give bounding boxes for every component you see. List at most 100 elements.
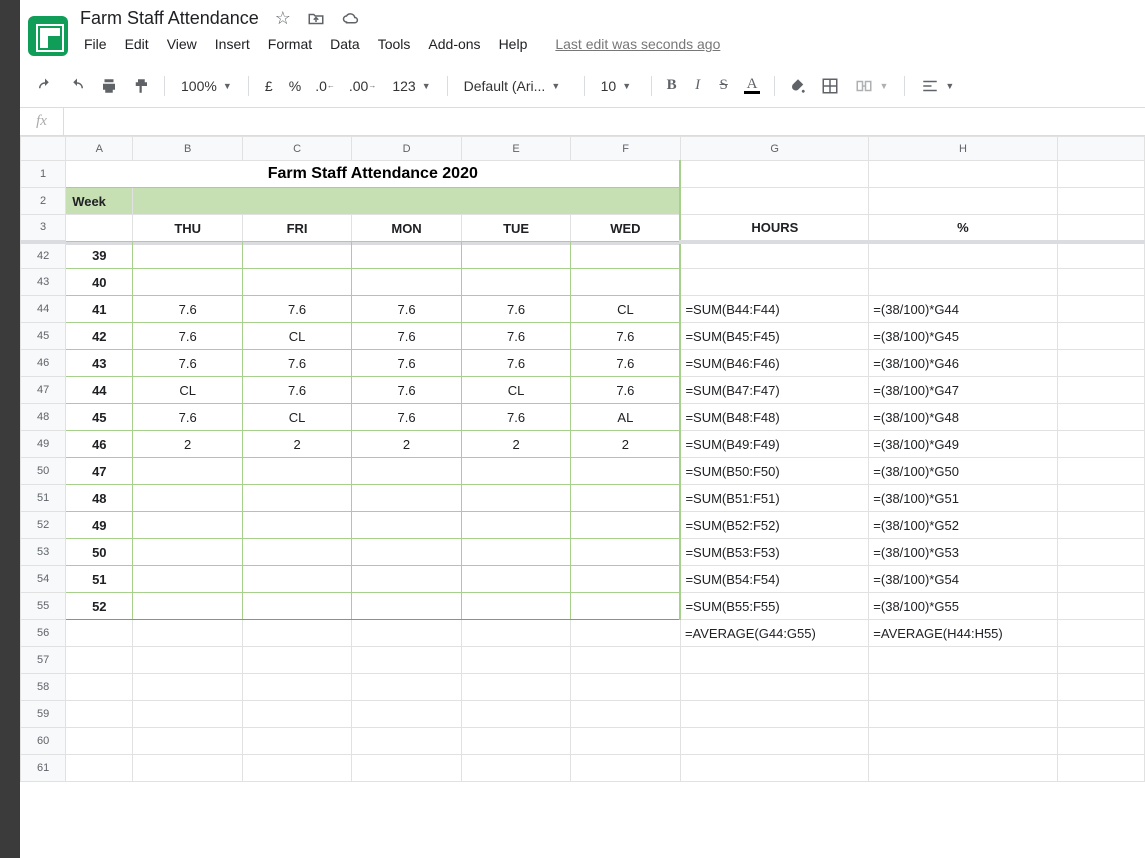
cell[interactable] xyxy=(461,755,570,782)
merge-cells-dropdown[interactable]: ▼ xyxy=(847,73,896,99)
cell[interactable] xyxy=(1057,674,1144,701)
cell[interactable]: 2 xyxy=(352,431,462,458)
cell[interactable] xyxy=(133,647,243,674)
cell[interactable]: 2 xyxy=(133,431,243,458)
col-header-B[interactable]: B xyxy=(133,137,243,161)
cell[interactable] xyxy=(133,188,681,215)
doc-title[interactable]: Farm Staff Attendance xyxy=(80,8,259,29)
cell[interactable]: 60 xyxy=(21,728,66,755)
cell[interactable]: CL xyxy=(571,296,681,323)
cell[interactable]: 50 xyxy=(66,539,133,566)
cell[interactable]: =SUM(B52:F52) xyxy=(680,512,868,539)
cell[interactable] xyxy=(242,485,351,512)
table-row[interactable]: 58 xyxy=(21,674,1145,701)
cell[interactable] xyxy=(133,701,243,728)
cell[interactable] xyxy=(571,620,681,647)
cell[interactable]: 2 xyxy=(242,431,351,458)
cell[interactable] xyxy=(133,269,243,296)
undo-button[interactable] xyxy=(30,73,60,99)
table-row[interactable]: 5451=SUM(B54:F54)=(38/100)*G54 xyxy=(21,566,1145,593)
cell[interactable] xyxy=(352,620,462,647)
cell[interactable]: 59 xyxy=(21,701,66,728)
sheet-table[interactable]: A B C D E F G H 1 Farm Staff Attendance … xyxy=(20,136,1145,782)
cell[interactable] xyxy=(1057,269,1144,296)
cell[interactable]: 46 xyxy=(66,431,133,458)
cell[interactable]: 7.6 xyxy=(133,296,243,323)
menu-file[interactable]: File xyxy=(76,32,115,56)
cell[interactable]: =(38/100)*G53 xyxy=(869,539,1057,566)
table-row[interactable]: 5047=SUM(B50:F50)=(38/100)*G50 xyxy=(21,458,1145,485)
cell[interactable] xyxy=(571,674,681,701)
menu-insert[interactable]: Insert xyxy=(207,32,258,56)
table-row[interactable]: 57 xyxy=(21,647,1145,674)
cell[interactable] xyxy=(461,620,570,647)
cell[interactable]: 42 xyxy=(66,323,133,350)
cell[interactable] xyxy=(1057,404,1144,431)
cell[interactable] xyxy=(680,647,868,674)
cell[interactable] xyxy=(571,458,681,485)
cell[interactable] xyxy=(352,539,462,566)
day-header-cell[interactable]: TUE xyxy=(461,215,570,242)
table-row[interactable]: 61 xyxy=(21,755,1145,782)
cell[interactable]: 43 xyxy=(21,269,66,296)
row-header[interactable]: 3 xyxy=(21,215,66,242)
table-row[interactable]: 60 xyxy=(21,728,1145,755)
cell[interactable]: 43 xyxy=(66,350,133,377)
print-button[interactable] xyxy=(94,73,124,99)
cell[interactable]: 42 xyxy=(21,242,66,269)
cell[interactable]: 7.6 xyxy=(461,296,570,323)
cell[interactable]: 7.6 xyxy=(461,350,570,377)
cell[interactable]: 2 xyxy=(571,431,681,458)
table-row[interactable]: 4744CL7.67.6CL7.6=SUM(B47:F47)=(38/100)*… xyxy=(21,377,1145,404)
col-header-G[interactable]: G xyxy=(680,137,868,161)
cell[interactable] xyxy=(461,674,570,701)
cell[interactable]: 7.6 xyxy=(133,350,243,377)
cell[interactable] xyxy=(352,242,462,269)
pct-header-cell[interactable]: % xyxy=(869,215,1057,242)
day-header-cell[interactable]: MON xyxy=(352,215,462,242)
cell[interactable] xyxy=(461,242,570,269)
cell[interactable]: 58 xyxy=(21,674,66,701)
cell[interactable]: =(38/100)*G48 xyxy=(869,404,1057,431)
frozen-row-3[interactable]: 3 THU FRI MON TUE WED HOURS % xyxy=(21,215,1145,242)
cell[interactable] xyxy=(571,647,681,674)
cell[interactable] xyxy=(133,512,243,539)
strikethrough-button[interactable]: S xyxy=(712,73,736,99)
cell[interactable] xyxy=(352,566,462,593)
cell[interactable]: 2 xyxy=(461,431,570,458)
last-edit-link[interactable]: Last edit was seconds ago xyxy=(555,32,720,56)
cell[interactable]: =SUM(B54:F54) xyxy=(680,566,868,593)
menu-data[interactable]: Data xyxy=(322,32,368,56)
cell[interactable] xyxy=(242,512,351,539)
borders-button[interactable] xyxy=(815,73,845,99)
cell[interactable]: 48 xyxy=(21,404,66,431)
cell[interactable]: 7.6 xyxy=(352,296,462,323)
row-header[interactable]: 1 xyxy=(21,161,66,188)
star-icon[interactable]: ☆ xyxy=(273,8,293,29)
cell[interactable] xyxy=(461,701,570,728)
cell[interactable] xyxy=(461,647,570,674)
cell[interactable] xyxy=(66,215,133,242)
cell[interactable]: 7.6 xyxy=(242,296,351,323)
cell[interactable]: =(38/100)*G55 xyxy=(869,593,1057,620)
cell[interactable] xyxy=(352,593,462,620)
table-row[interactable]: 45427.6CL7.67.67.6=SUM(B45:F45)=(38/100)… xyxy=(21,323,1145,350)
cell[interactable] xyxy=(133,674,243,701)
cell[interactable] xyxy=(133,458,243,485)
column-header-row[interactable]: A B C D E F G H xyxy=(21,137,1145,161)
cell[interactable] xyxy=(352,512,462,539)
redo-button[interactable] xyxy=(62,73,92,99)
cell[interactable]: 44 xyxy=(21,296,66,323)
cell[interactable] xyxy=(680,728,868,755)
cell[interactable]: 7.6 xyxy=(352,323,462,350)
cell[interactable] xyxy=(1057,593,1144,620)
cell[interactable] xyxy=(571,701,681,728)
cell[interactable] xyxy=(242,566,351,593)
week-label-cell[interactable]: Week xyxy=(66,188,133,215)
col-header-C[interactable]: C xyxy=(242,137,351,161)
cell[interactable] xyxy=(66,647,133,674)
cell[interactable]: 51 xyxy=(21,485,66,512)
cell[interactable]: 48 xyxy=(66,485,133,512)
cell[interactable] xyxy=(461,566,570,593)
cell[interactable] xyxy=(66,620,133,647)
